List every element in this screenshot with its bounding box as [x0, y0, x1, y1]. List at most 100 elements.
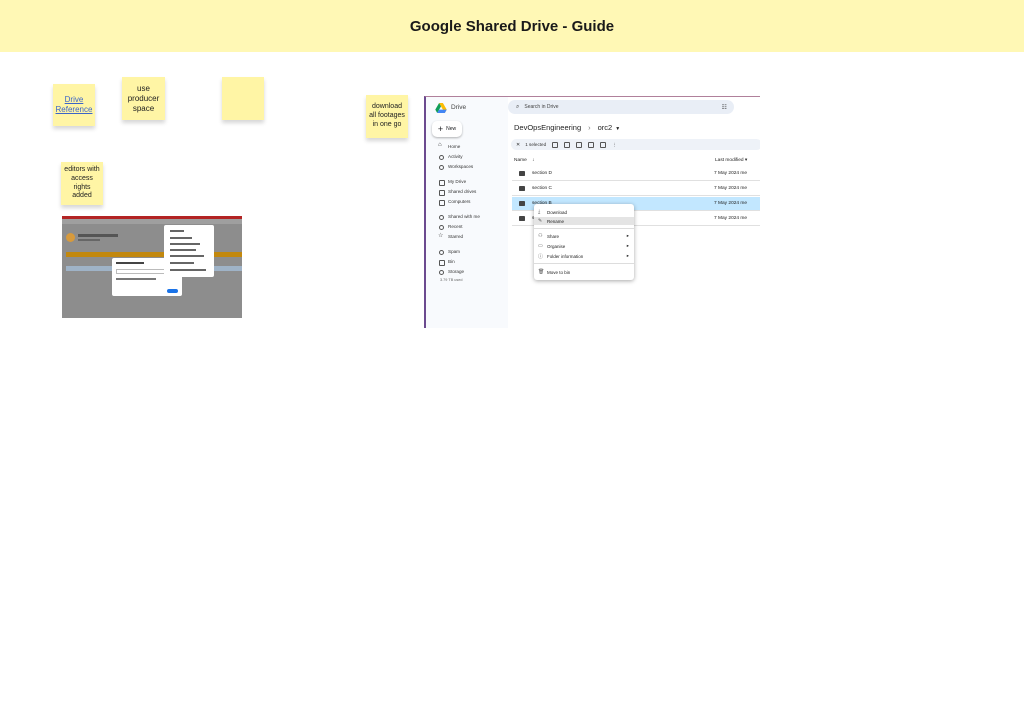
sidebar-item-shared-drives[interactable]: Shared drives — [438, 189, 476, 196]
column-last-modified[interactable]: Last modified ▾ — [715, 158, 747, 163]
download-icon[interactable] — [564, 141, 571, 148]
drive-reference-link[interactable]: Drive Reference — [55, 95, 93, 115]
search-options-icon[interactable]: ☷ — [722, 104, 727, 111]
star-icon: ☆ — [438, 233, 444, 239]
shared-drives-icon — [438, 189, 445, 196]
drive-logo-icon — [435, 103, 447, 113]
chevron-right-icon: ▸ — [626, 243, 629, 248]
search-input[interactable]: Search in Drive — [524, 104, 558, 110]
file-row[interactable]: section D 7 May 2024 me — [512, 167, 760, 181]
menu-divider — [534, 263, 634, 264]
chevron-right-icon: ▸ — [626, 253, 629, 258]
link-icon[interactable] — [600, 141, 607, 148]
selection-count: 1 selected — [525, 142, 547, 147]
more-actions-icon[interactable]: ⋮ — [612, 142, 617, 148]
sticky-note-empty[interactable] — [222, 77, 264, 120]
folder-icon — [519, 216, 525, 221]
menu-divider — [534, 228, 634, 229]
spam-icon — [438, 249, 444, 255]
file-modified: 7 May 2024 me — [714, 201, 748, 206]
breadcrumb: DevOpsEngineering › orc2 ▼ — [514, 123, 620, 132]
storage-used-text: 3.79 TB used — [440, 278, 463, 282]
sticky-note-producer-space[interactable]: use producer space — [122, 77, 165, 120]
column-name[interactable]: Name — [514, 158, 527, 163]
board-title: Google Shared Drive - Guide — [409, 17, 615, 35]
file-name: section D — [532, 171, 552, 176]
rename-icon: ✎ — [538, 218, 543, 224]
delete-icon[interactable] — [588, 141, 595, 148]
new-button[interactable]: + New — [432, 121, 462, 137]
sticky-note-download-footages[interactable]: download all footages in one go — [366, 95, 408, 138]
workspaces-icon — [438, 164, 444, 170]
sidebar-item-starred[interactable]: ☆ Starred — [438, 233, 463, 239]
menu-item-share[interactable]: ⚇ Share ▸ — [534, 232, 634, 240]
activity-icon — [438, 154, 444, 160]
context-menu: ⤓ Download ✎ Rename ⚇ Share ▸ ▭ Organise ▸ ⓘ Fo… — [534, 204, 634, 280]
menu-item-rename[interactable]: ✎ Rename — [534, 217, 634, 225]
bin-icon — [438, 259, 445, 266]
notice-banner — [66, 252, 242, 257]
shared-drive-subtitle — [78, 239, 100, 241]
search-icon: ⌕ — [516, 103, 520, 110]
computers-icon — [438, 199, 445, 206]
folder-icon — [519, 186, 525, 191]
clear-selection-icon[interactable]: ✕ — [516, 142, 520, 148]
sidebar-item-my-drive[interactable]: My Drive — [438, 179, 466, 186]
file-list-header: Name ↓ Last modified ▾ — [514, 158, 760, 163]
sticky-note-editors-access[interactable]: editors with access rights added — [61, 162, 103, 205]
sticky-note-drive-reference[interactable]: Drive Reference — [53, 84, 95, 126]
sticky-note-text: use producer space — [127, 83, 160, 113]
sidebar-item-computers[interactable]: Computers — [438, 199, 470, 206]
folder-icon — [519, 201, 525, 206]
sidebar-item-home[interactable]: Home — [438, 142, 460, 149]
sort-arrow-icon[interactable]: ↓ — [532, 158, 534, 163]
chevron-right-icon: › — [588, 123, 591, 132]
my-drive-icon — [438, 179, 445, 186]
share-icon: ⚇ — [538, 233, 543, 239]
breadcrumb-current[interactable]: orc2 — [598, 123, 613, 132]
shared-with-me-icon — [438, 214, 444, 220]
menu-item-folder-information[interactable]: ⓘ Folder information ▸ — [534, 252, 634, 260]
file-modified: 7 May 2024 me — [714, 216, 748, 221]
google-drive-screenshot[interactable]: Drive + New Home Activity Workspaces My … — [424, 96, 760, 328]
move-icon[interactable] — [576, 141, 583, 148]
plus-icon: + — [437, 124, 444, 134]
browser-address-bar — [62, 219, 242, 224]
drive-app-name: Drive — [451, 104, 467, 111]
file-modified: 7 May 2024 me — [714, 186, 748, 191]
sidebar-item-spam[interactable]: Spam — [438, 249, 460, 255]
folder-icon — [519, 171, 525, 176]
download-icon: ⤓ — [538, 209, 541, 215]
file-row[interactable]: section C 7 May 2024 me — [512, 182, 760, 196]
access-role-menu — [164, 225, 214, 277]
menu-item-download[interactable]: ⤓ Download — [534, 208, 634, 216]
organise-icon: ▭ — [538, 243, 543, 249]
title-banner: Google Shared Drive - Guide — [0, 0, 1024, 52]
cloud-icon — [438, 269, 444, 275]
sticky-note-text: download all footages in one go — [369, 103, 405, 128]
chevron-down-icon[interactable]: ▼ — [615, 126, 620, 132]
bin-icon: 🗑 — [538, 269, 545, 275]
share-icon[interactable] — [552, 141, 559, 148]
sidebar-item-storage[interactable]: Storage — [438, 269, 464, 275]
sticky-note-text: editors with access rights added — [64, 166, 100, 200]
shared-drive-name — [78, 234, 118, 237]
file-name: section C — [532, 186, 552, 191]
sidebar-item-shared-with-me[interactable]: Shared with me — [438, 214, 480, 220]
sidebar-item-recent[interactable]: Recent — [438, 224, 463, 230]
drive-sidebar: Drive + New Home Activity Workspaces My … — [426, 97, 508, 328]
drive-search-bar[interactable]: ⌕ Search in Drive ☷ — [508, 100, 734, 114]
chevron-right-icon: ▸ — [626, 233, 629, 238]
menu-item-move-to-bin[interactable]: 🗑 Move to bin — [534, 268, 634, 276]
new-label: New — [446, 126, 457, 132]
home-icon — [438, 142, 443, 149]
sidebar-item-workspaces[interactable]: Workspaces — [438, 164, 473, 170]
info-icon: ⓘ — [538, 253, 544, 260]
manage-members-screenshot[interactable] — [62, 216, 242, 318]
recent-icon — [438, 224, 444, 230]
breadcrumb-root[interactable]: DevOpsEngineering — [514, 123, 581, 132]
selection-toolbar: ✕ 1 selected ⋮ — [511, 139, 760, 150]
menu-item-organise[interactable]: ▭ Organise ▸ — [534, 242, 634, 250]
sidebar-item-bin[interactable]: Bin — [438, 259, 455, 266]
sidebar-item-activity[interactable]: Activity — [438, 154, 463, 160]
